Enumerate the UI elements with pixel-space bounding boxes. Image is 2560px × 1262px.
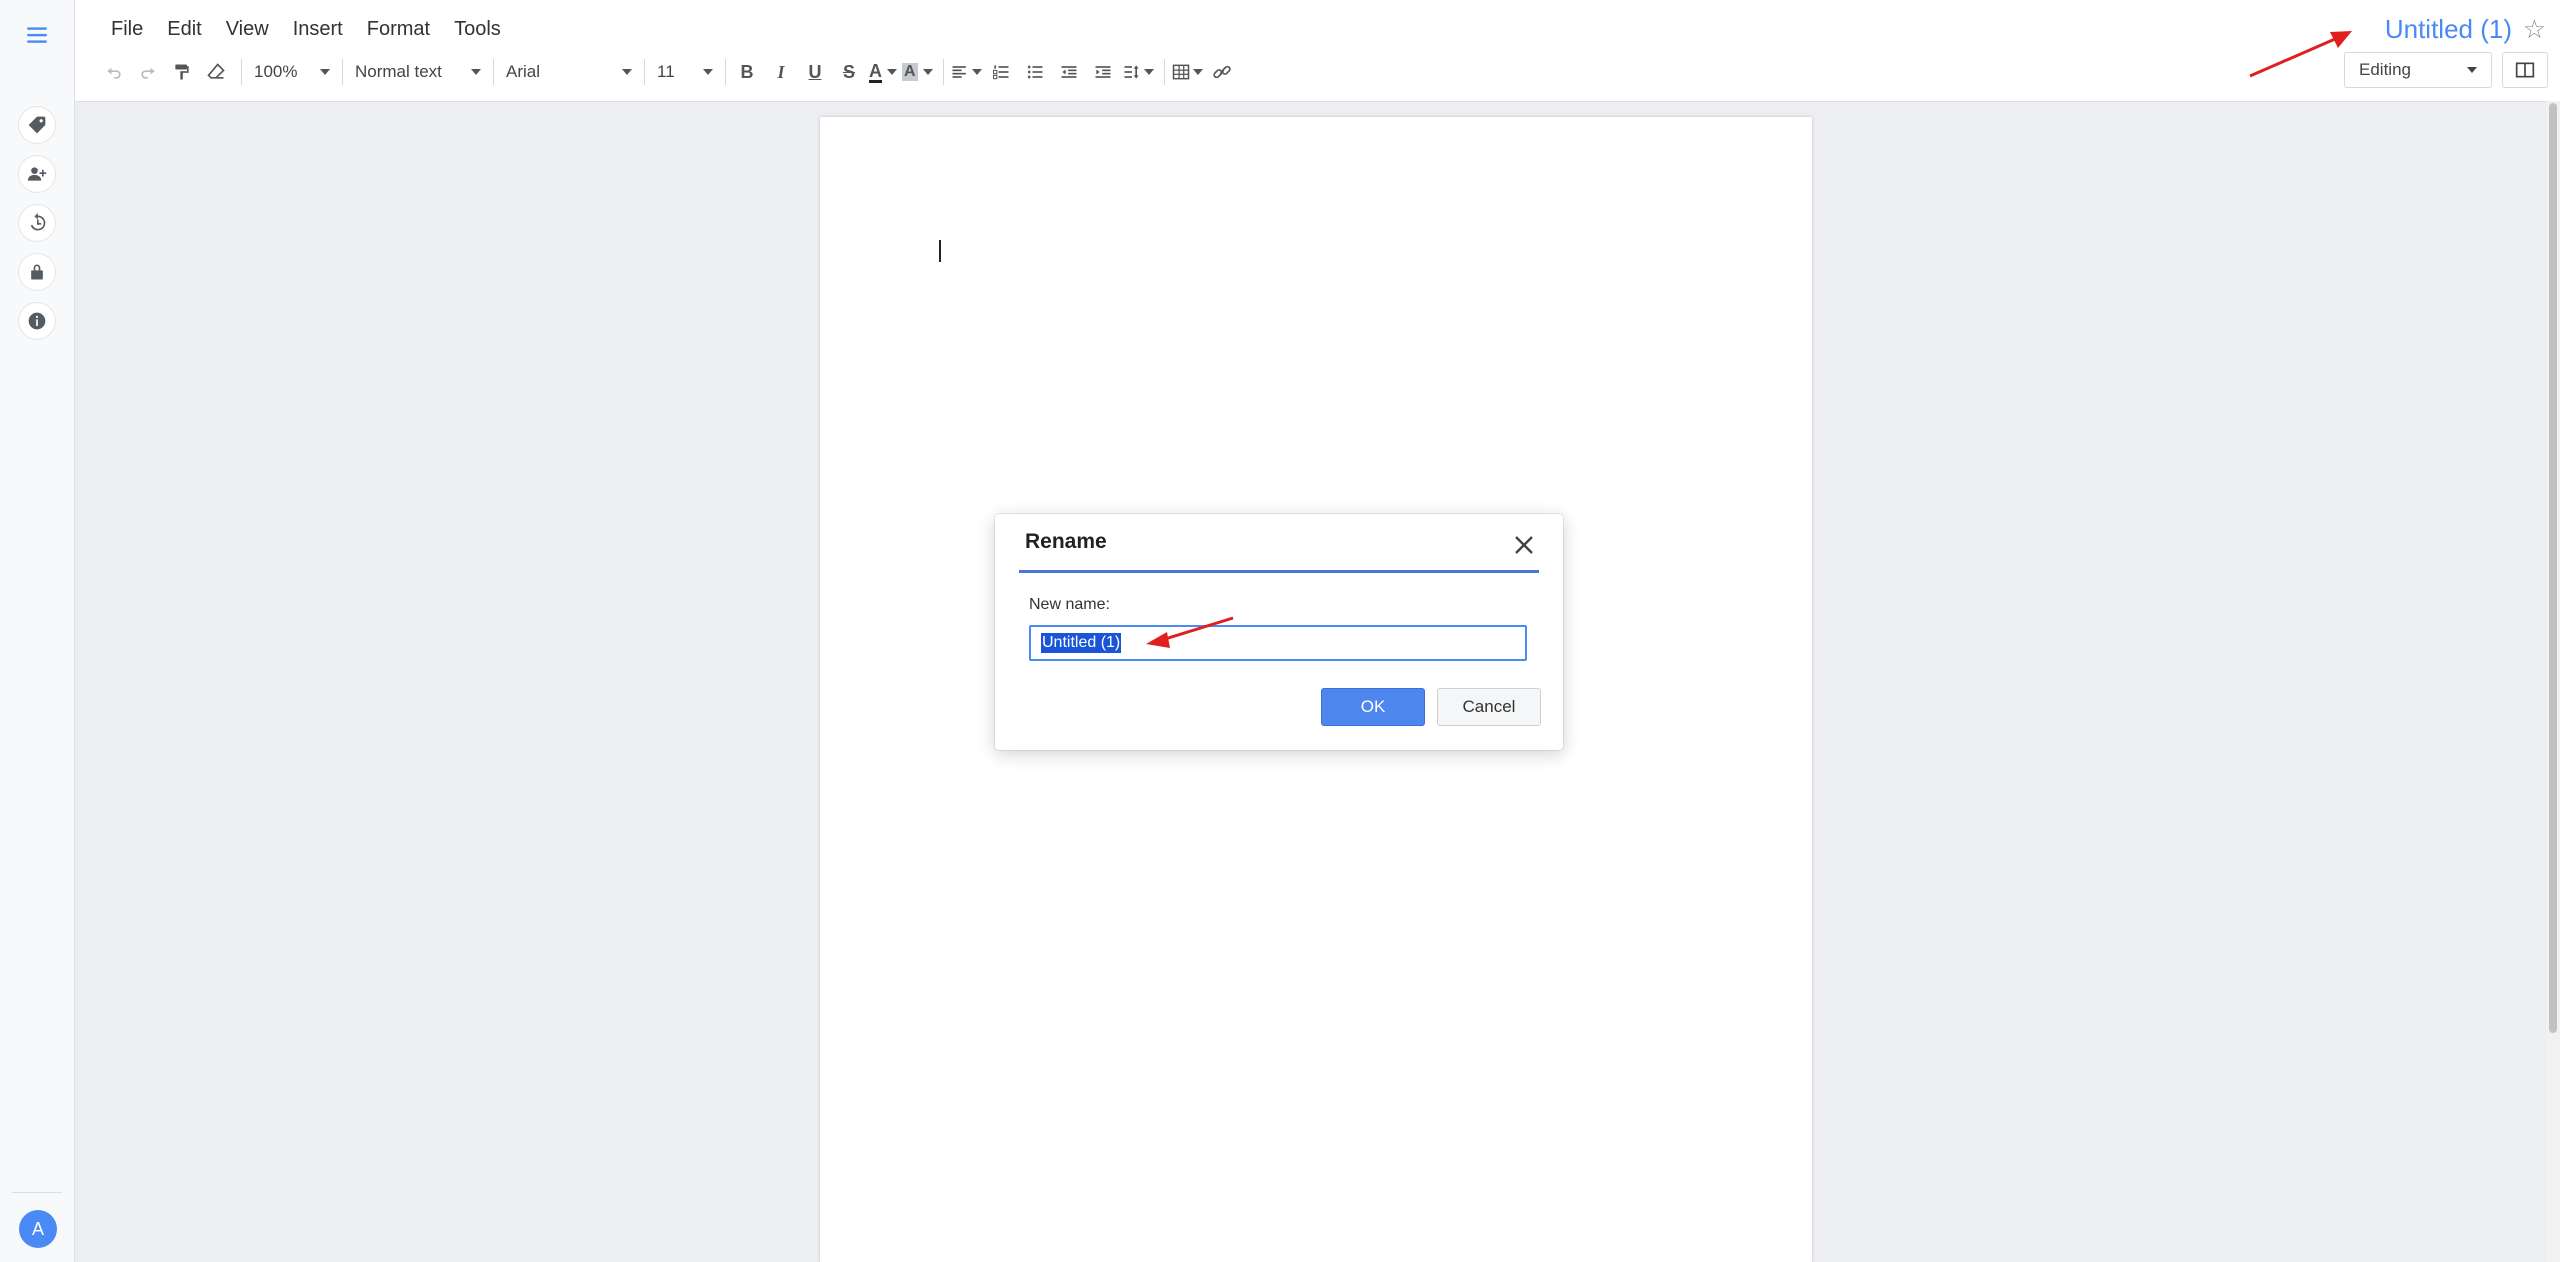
toolbar-separator xyxy=(1163,59,1165,85)
info-icon[interactable] xyxy=(19,303,55,339)
strikethrough-button[interactable]: S xyxy=(834,56,864,88)
toolbar-separator xyxy=(241,59,242,85)
toolbar-separator xyxy=(644,59,645,85)
paint-format-icon[interactable] xyxy=(167,56,197,88)
editing-mode-select[interactable]: Editing xyxy=(2344,52,2492,88)
highlight-color-button[interactable]: A xyxy=(902,56,933,88)
table-icon[interactable] xyxy=(1171,56,1203,88)
ok-button[interactable]: OK xyxy=(1321,688,1425,726)
zoom-select[interactable]: 100% xyxy=(248,56,336,88)
history-icon[interactable] xyxy=(19,205,55,241)
menu-view[interactable]: View xyxy=(214,14,281,45)
header: File Edit View Insert Format Tools 100% … xyxy=(75,0,2560,102)
increase-indent-icon[interactable] xyxy=(1088,56,1118,88)
menu-tools[interactable]: Tools xyxy=(442,14,513,45)
toolbar-separator xyxy=(342,59,343,85)
text-cursor xyxy=(939,240,941,262)
dialog-title: Rename xyxy=(1025,530,1107,553)
clear-format-icon[interactable] xyxy=(201,56,231,88)
italic-button[interactable]: I xyxy=(766,56,796,88)
scrollbar-thumb[interactable] xyxy=(2549,103,2557,1033)
bulleted-list-icon[interactable] xyxy=(1020,56,1050,88)
toolbar-separator xyxy=(942,59,944,85)
rail-divider xyxy=(12,1192,62,1193)
link-icon[interactable] xyxy=(1207,56,1237,88)
redo-icon[interactable] xyxy=(133,56,163,88)
dialog-title-underline xyxy=(1019,570,1539,573)
line-spacing-icon[interactable] xyxy=(1122,56,1154,88)
editing-mode-value: Editing xyxy=(2359,60,2411,79)
chevron-down-icon xyxy=(1192,69,1203,75)
document-title[interactable]: Untitled (1) xyxy=(2385,14,2512,45)
close-icon[interactable] xyxy=(1509,530,1539,560)
menu-file[interactable]: File xyxy=(99,14,155,45)
toolbar-separator xyxy=(725,59,726,85)
text-color-icon: A xyxy=(869,60,882,83)
numbered-list-icon[interactable] xyxy=(986,56,1016,88)
zoom-value: 100% xyxy=(254,62,298,81)
chevron-down-icon xyxy=(703,69,713,75)
vertical-scrollbar[interactable] xyxy=(2546,101,2560,1262)
menu-insert[interactable]: Insert xyxy=(281,14,355,45)
paragraph-style-select[interactable]: Normal text xyxy=(349,56,487,88)
rename-dialog: Rename New name: Untitled (1) OK Cancel xyxy=(995,514,1563,750)
undo-icon[interactable] xyxy=(99,56,129,88)
paragraph-style-value: Normal text xyxy=(355,62,442,81)
font-size-value: 11 xyxy=(657,62,675,81)
add-person-icon[interactable] xyxy=(19,156,55,192)
toolbar: 100% Normal text Arial 11 B I U S A A xyxy=(99,56,1241,88)
chevron-down-icon xyxy=(922,69,933,75)
font-value: Arial xyxy=(506,62,541,81)
cancel-button[interactable]: Cancel xyxy=(1437,688,1541,726)
new-name-label: New name: xyxy=(1029,596,1110,613)
decrease-indent-icon[interactable] xyxy=(1054,56,1084,88)
toolbar-separator xyxy=(493,59,494,85)
avatar[interactable]: A xyxy=(19,1210,57,1248)
chevron-down-icon xyxy=(2467,67,2477,73)
font-size-select[interactable]: 11 xyxy=(651,56,719,88)
align-left-icon[interactable] xyxy=(950,56,982,88)
underline-button[interactable]: U xyxy=(800,56,830,88)
menu-format[interactable]: Format xyxy=(355,14,442,45)
star-icon[interactable]: ☆ xyxy=(2523,14,2546,45)
chevron-down-icon xyxy=(622,69,632,75)
chevron-down-icon xyxy=(887,69,897,75)
new-name-input[interactable]: Untitled (1) xyxy=(1029,625,1527,661)
menu-edit[interactable]: Edit xyxy=(155,14,213,45)
side-panel-toggle-icon[interactable] xyxy=(2502,52,2548,88)
chevron-down-icon xyxy=(971,69,982,75)
lock-icon[interactable] xyxy=(19,254,55,290)
chevron-down-icon xyxy=(471,69,481,75)
font-select[interactable]: Arial xyxy=(500,56,638,88)
text-color-button[interactable]: A xyxy=(868,56,898,88)
tag-icon[interactable] xyxy=(19,107,55,143)
menubar: File Edit View Insert Format Tools xyxy=(99,14,513,45)
new-name-input-value: Untitled (1) xyxy=(1041,633,1122,653)
hamburger-menu-icon[interactable] xyxy=(22,20,52,50)
chevron-down-icon xyxy=(1143,69,1154,75)
left-rail: A xyxy=(0,0,75,1262)
chevron-down-icon xyxy=(320,69,330,75)
bold-button[interactable]: B xyxy=(732,56,762,88)
highlight-color-icon: A xyxy=(902,63,918,81)
